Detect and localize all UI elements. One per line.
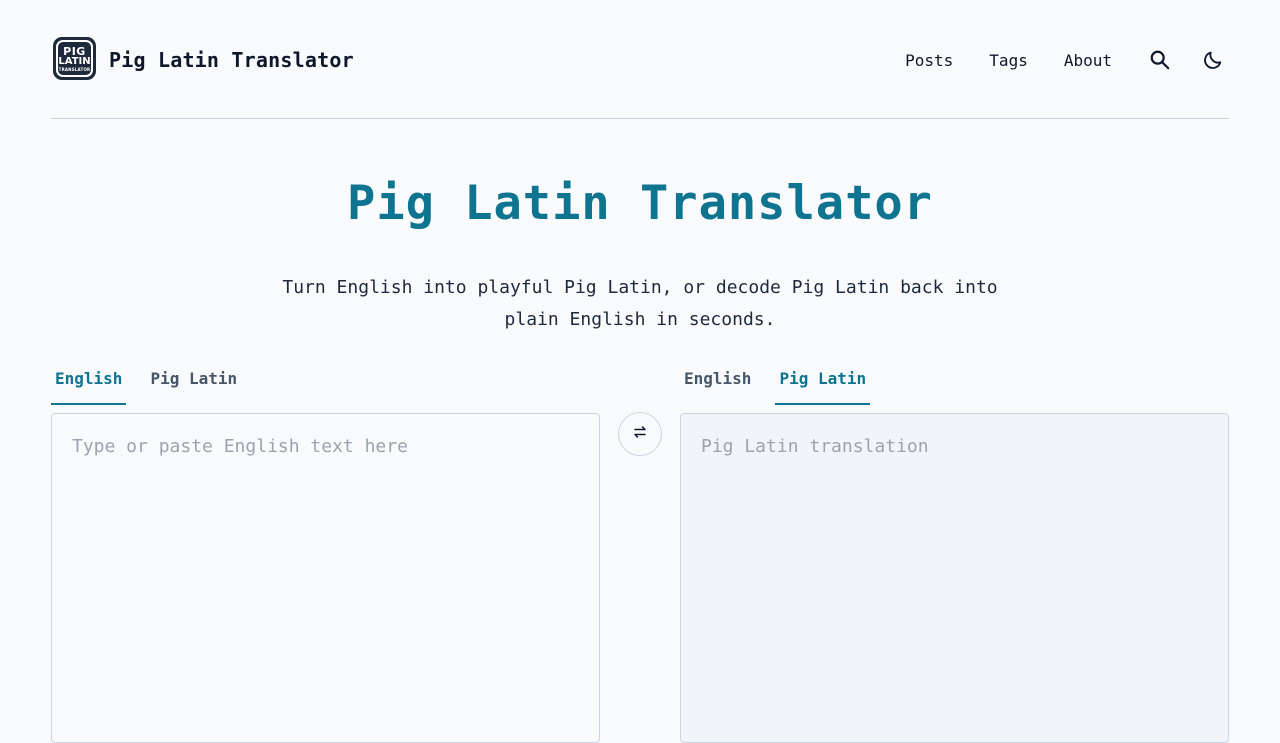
search-icon[interactable] <box>1148 48 1172 72</box>
output-tab-english[interactable]: English <box>680 362 755 405</box>
page-subtitle: Turn English into playful Pig Latin, or … <box>282 277 998 330</box>
main-nav: Posts Tags About <box>905 44 1229 76</box>
site-header: PIG LATIN TRANSLATOR Pig Latin Translato… <box>51 0 1229 119</box>
nav-link-posts[interactable]: Posts <box>905 51 953 70</box>
output-panel <box>680 413 1229 743</box>
input-tab-pig-latin[interactable]: Pig Latin <box>146 362 241 405</box>
output-language-tabs: English Pig Latin <box>680 362 890 405</box>
logo-line-2: LATIN <box>58 55 91 67</box>
page-title: Pig Latin Translator <box>347 176 933 231</box>
site-brand-name[interactable]: Pig Latin Translator <box>109 48 354 72</box>
logo-line-3: TRANSLATOR <box>58 66 91 72</box>
input-language-tabs: English Pig Latin <box>51 362 261 405</box>
input-tab-english[interactable]: English <box>51 362 127 405</box>
nav-link-tags[interactable]: Tags <box>989 51 1028 70</box>
moon-icon[interactable] <box>1201 48 1225 72</box>
logo-badge: PIG LATIN TRANSLATOR <box>56 40 93 77</box>
input-textarea[interactable] <box>72 436 579 720</box>
output-textarea[interactable] <box>701 436 1208 720</box>
logo-line-1: PIG <box>63 44 86 58</box>
output-tab-pig-latin[interactable]: Pig Latin <box>775 362 871 405</box>
swap-button[interactable] <box>618 412 662 456</box>
swap-arrows-icon <box>632 424 648 444</box>
nav-link-about[interactable]: About <box>1064 51 1112 70</box>
site-logo[interactable]: PIG LATIN TRANSLATOR <box>53 37 96 80</box>
input-panel <box>51 413 600 743</box>
